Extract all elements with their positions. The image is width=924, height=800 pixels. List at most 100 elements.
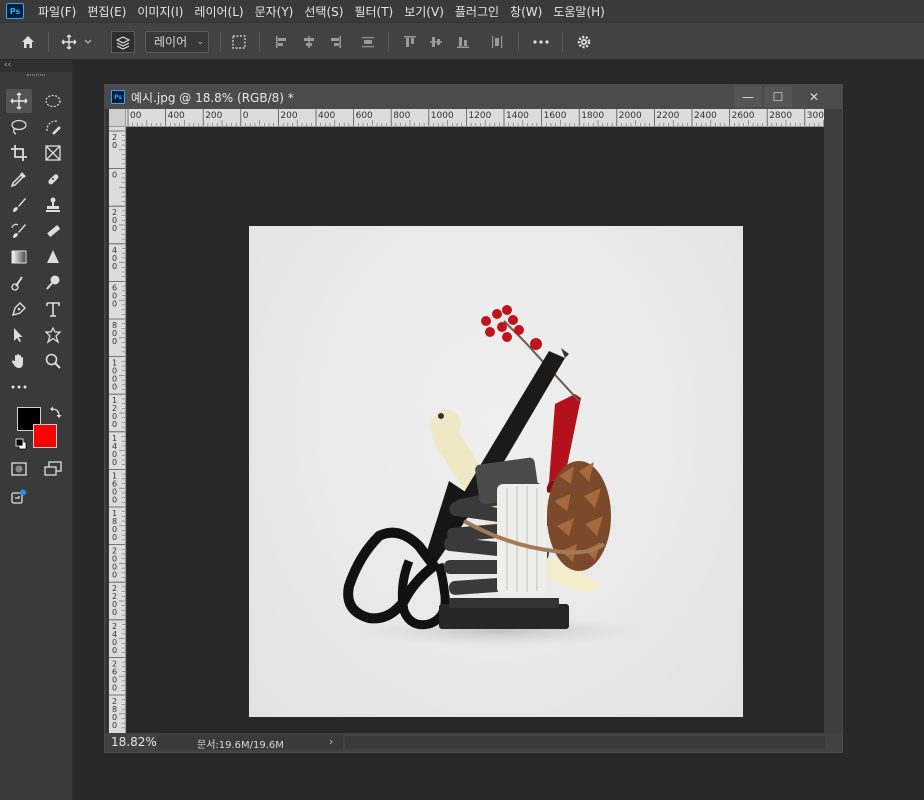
- layer-auto-select-dropdown[interactable]: 레이어 ⌄: [145, 31, 209, 53]
- move-tool-icon[interactable]: [6, 89, 32, 113]
- align-vcenter-icon[interactable]: [425, 32, 447, 52]
- menu-view[interactable]: 보기(V): [399, 3, 450, 20]
- ruler-label: 2600: [732, 111, 755, 121]
- ruler-label: 1000: [431, 111, 454, 121]
- menu-file[interactable]: 파일(F): [33, 3, 82, 20]
- ruler-label: 0: [112, 141, 117, 150]
- menu-window[interactable]: 창(W): [505, 3, 548, 20]
- zoom-level[interactable]: 18.82%: [111, 735, 157, 749]
- ruler-label: 0: [112, 337, 117, 346]
- custom-shape-tool-icon[interactable]: [40, 323, 66, 347]
- horizontal-scrollbar[interactable]: [345, 736, 825, 749]
- chevron-right-icon[interactable]: ›: [329, 735, 333, 748]
- menu-select[interactable]: 선택(S): [299, 3, 349, 20]
- ruler-label: 0: [112, 420, 117, 429]
- vertical-ruler[interactable]: 2002004006008001000120014001600180020002…: [109, 127, 126, 733]
- marquee-tool-icon[interactable]: [40, 89, 66, 113]
- frame-tool-icon[interactable]: [40, 141, 66, 165]
- vertical-scrollbar[interactable]: [824, 109, 842, 733]
- document-image[interactable]: [249, 226, 743, 717]
- ruler-label: 0: [112, 224, 117, 233]
- history-brush-tool-icon[interactable]: [6, 219, 32, 243]
- pen-tool-icon[interactable]: [6, 297, 32, 321]
- swap-colors-icon[interactable]: [49, 405, 63, 419]
- ruler-label: 200: [280, 111, 297, 121]
- ruler-label: 0: [112, 458, 117, 467]
- menu-filter[interactable]: 필터(T): [349, 3, 399, 20]
- ruler-label: 3000: [807, 111, 824, 121]
- ruler-label: 2000: [619, 111, 642, 121]
- photoshop-logo-icon[interactable]: Ps: [6, 3, 24, 19]
- eraser-tool-icon[interactable]: [40, 219, 66, 243]
- ruler-label: 0: [112, 721, 117, 730]
- menu-edit[interactable]: 편집(E): [82, 3, 132, 20]
- path-selection-tool-icon[interactable]: [6, 323, 32, 347]
- align-top-icon[interactable]: [399, 32, 421, 52]
- dodge-tool-icon[interactable]: [40, 271, 66, 295]
- more-tools-icon[interactable]: [6, 375, 32, 399]
- clone-stamp-tool-icon[interactable]: [40, 193, 66, 217]
- ruler-label: 0: [112, 608, 117, 617]
- ruler-label: 400: [318, 111, 335, 121]
- ruler-label: 600: [356, 111, 373, 121]
- background-color-swatch[interactable]: [33, 424, 57, 448]
- ruler-origin[interactable]: [109, 109, 126, 127]
- screen-mode-icon[interactable]: [40, 457, 66, 481]
- home-icon[interactable]: [17, 32, 39, 52]
- layers-select-icon[interactable]: [111, 31, 135, 53]
- smudge-tool-icon[interactable]: [6, 271, 32, 295]
- menu-type[interactable]: 문자(Y): [250, 3, 300, 20]
- blur-tool-icon[interactable]: [40, 245, 66, 269]
- default-colors-icon[interactable]: [15, 438, 27, 450]
- toolbox-collapse-button[interactable]: ‹‹: [0, 60, 72, 72]
- maximize-button[interactable]: ☐: [764, 87, 792, 107]
- ruler-label: 0: [112, 683, 117, 692]
- zoom-tool-icon[interactable]: [40, 349, 66, 373]
- document-tab[interactable]: Ps 예시.jpg @ 18.8% (RGB/8) *: [105, 85, 842, 109]
- transform-controls-icon[interactable]: [228, 32, 250, 52]
- brush-tool-icon[interactable]: [6, 193, 32, 217]
- ruler-label: 0: [112, 171, 117, 180]
- distribute-vertical-icon[interactable]: [357, 32, 379, 52]
- align-hcenter-icon[interactable]: [298, 32, 320, 52]
- document-window: Ps 예시.jpg @ 18.8% (RGB/8) * — ☐ ✕ 00 400 2…: [104, 84, 843, 753]
- ruler-label: 0: [112, 299, 117, 308]
- more-icon[interactable]: [530, 32, 552, 52]
- canvas-area[interactable]: [127, 127, 824, 733]
- object-selection-tool-icon[interactable]: [40, 115, 66, 139]
- hand-tool-icon[interactable]: [6, 349, 32, 373]
- gradient-tool-icon[interactable]: [6, 245, 32, 269]
- ruler-label: 400: [168, 111, 185, 121]
- share-icon[interactable]: [6, 485, 32, 509]
- ruler-label: 0: [112, 383, 117, 392]
- ruler-label: 2800: [769, 111, 792, 121]
- ruler-label: 0: [112, 262, 117, 271]
- ruler-label: 00: [130, 111, 142, 121]
- lasso-tool-icon[interactable]: [6, 115, 32, 139]
- menu-help[interactable]: 도움말(H): [548, 3, 611, 20]
- quick-mask-icon[interactable]: [6, 457, 32, 481]
- toolbox-grip[interactable]: [27, 74, 45, 76]
- crop-tool-icon[interactable]: [6, 141, 32, 165]
- document-size-info[interactable]: 문서:19.6M/19.6M: [197, 736, 284, 751]
- distribute-horizontal-icon[interactable]: [486, 32, 508, 52]
- ruler-label: 0: [112, 646, 117, 655]
- type-tool-icon[interactable]: [40, 297, 66, 321]
- menu-plugins[interactable]: 플러그인: [450, 3, 505, 20]
- settings-icon[interactable]: [573, 32, 595, 52]
- healing-brush-tool-icon[interactable]: [40, 167, 66, 191]
- menu-image[interactable]: 이미지(I): [132, 3, 189, 20]
- ruler-label: 1400: [506, 111, 529, 121]
- align-right-icon[interactable]: [324, 32, 346, 52]
- align-bottom-icon[interactable]: [452, 32, 474, 52]
- menu-layer[interactable]: 레이어(L): [189, 3, 249, 20]
- ruler-label: 1600: [544, 111, 567, 121]
- document-title: 예시.jpg @ 18.8% (RGB/8) *: [131, 90, 294, 105]
- move-tool-icon[interactable]: [58, 32, 80, 52]
- horizontal-ruler[interactable]: 00 400 200 0 200 400 600 800 1000 1200 1400 1600 180…: [126, 109, 824, 127]
- minimize-button[interactable]: —: [734, 87, 762, 107]
- close-button[interactable]: ✕: [799, 87, 829, 107]
- align-left-icon[interactable]: [271, 32, 293, 52]
- chevron-down-icon[interactable]: [81, 32, 95, 52]
- eyedropper-tool-icon[interactable]: [6, 167, 32, 191]
